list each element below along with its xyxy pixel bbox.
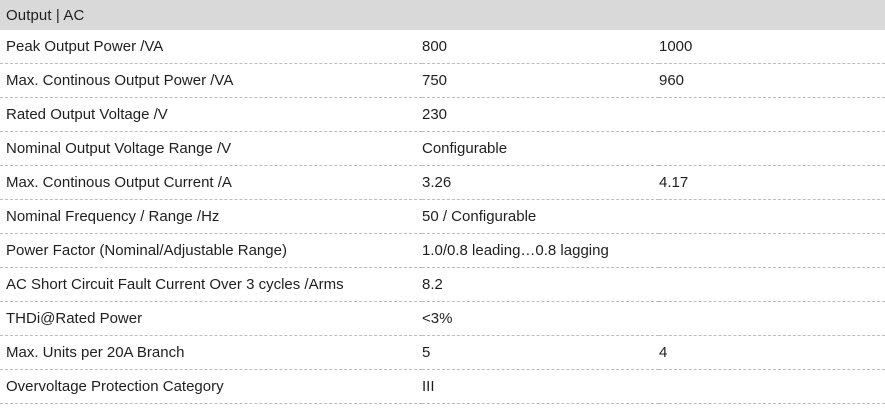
value-model-1: 750 <box>422 63 659 98</box>
value-model-1: 1.0/0.8 leading…0.8 lagging <box>422 233 659 268</box>
value-model-1: 50 / Configurable <box>422 199 659 234</box>
value-model-2 <box>659 301 885 336</box>
parameter-label: Nominal Frequency / Range /Hz <box>0 199 422 234</box>
value-model-2 <box>659 267 885 302</box>
parameter-label: Max. Units per 20A Branch <box>0 335 422 370</box>
table-row: Nominal Output Voltage Range /V Configura… <box>0 131 885 166</box>
value-model-2: 960 <box>659 63 885 98</box>
parameter-label: Peak Output Power /VA <box>0 30 422 64</box>
value-model-2 <box>659 97 885 132</box>
table-row: Overvoltage Protection Category III <box>0 369 885 404</box>
value-model-2 <box>659 233 885 268</box>
table-row: Nominal Frequency / Range /Hz 50 / Config… <box>0 199 885 234</box>
parameter-label: AC Short Circuit Fault Current Over 3 cy… <box>0 267 422 302</box>
table-header-row: Output | AC <box>0 0 885 30</box>
value-model-1: 8.2 <box>422 267 659 302</box>
value-model-2 <box>659 369 885 404</box>
table-row: Max. Units per 20A Branch 5 4 <box>0 335 885 370</box>
value-model-2 <box>659 199 885 234</box>
table-row: THDi@Rated Power <3% <box>0 301 885 336</box>
value-model-1: 3.26 <box>422 165 659 200</box>
value-model-1: <3% <box>422 301 659 336</box>
table-row: Max. Continous Output Current /A 3.26 4.17 <box>0 165 885 200</box>
table-row: Peak Output Power /VA 800 1000 <box>0 30 885 64</box>
section-title: Output | AC <box>0 0 885 30</box>
parameter-label: Nominal Output Voltage Range /V <box>0 131 422 166</box>
value-model-1: 5 <box>422 335 659 370</box>
table-row: AC Short Circuit Fault Current Over 3 cy… <box>0 267 885 302</box>
table-body: Peak Output Power /VA 800 1000 Max. Contino… <box>0 30 885 404</box>
value-model-1: 230 <box>422 97 659 132</box>
parameter-label: THDi@Rated Power <box>0 301 422 336</box>
parameter-label: Overvoltage Protection Category <box>0 369 422 404</box>
value-model-1: III <box>422 369 659 404</box>
spec-table: Output | AC Peak Output Power /VA 800 1000… <box>0 0 885 404</box>
parameter-label: Max. Continous Output Power /VA <box>0 63 422 98</box>
value-model-1: 800 <box>422 30 659 64</box>
parameter-label: Max. Continous Output Current /A <box>0 165 422 200</box>
value-model-2 <box>659 131 885 166</box>
table-row: Rated Output Voltage /V 230 <box>0 97 885 132</box>
value-model-2: 1000 <box>659 30 885 64</box>
table-row: Max. Continous Output Power /VA 750 960 <box>0 63 885 98</box>
table-row: Power Factor (Nominal/Adjustable Range) 1… <box>0 233 885 268</box>
value-model-2: 4.17 <box>659 165 885 200</box>
parameter-label: Power Factor (Nominal/Adjustable Range) <box>0 233 422 268</box>
parameter-label: Rated Output Voltage /V <box>0 97 422 132</box>
value-model-1: Configurable <box>422 131 659 166</box>
value-model-2: 4 <box>659 335 885 370</box>
